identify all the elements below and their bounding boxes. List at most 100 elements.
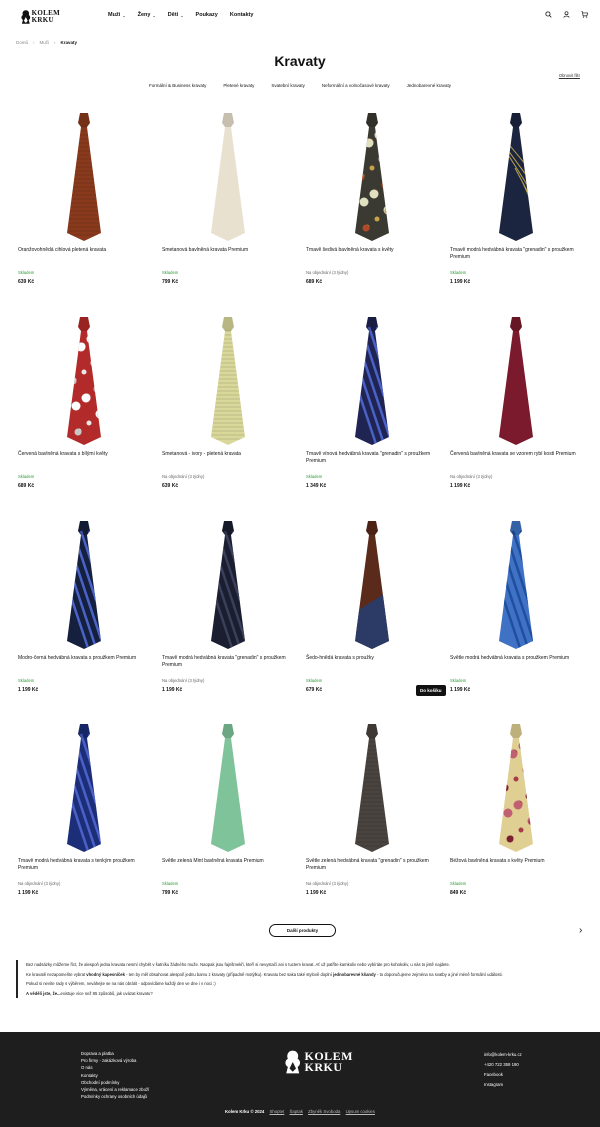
- category-wedding[interactable]: Svatební kravaty: [271, 83, 305, 88]
- footer-email-link[interactable]: info@kolem-krku.cz: [484, 1050, 522, 1060]
- product-card[interactable]: Smetanová bavlněná kravata Premium Sklade…: [162, 103, 294, 301]
- tie-image[interactable]: [337, 511, 407, 649]
- load-more-button[interactable]: Další produkty: [269, 924, 336, 937]
- footer-link[interactable]: Výměna, vrácení a reklamace zboží: [81, 1086, 149, 1093]
- product-image[interactable]: [306, 307, 438, 445]
- product-card[interactable]: Světle zelená Mint bavlněná kravata Prem…: [162, 714, 294, 912]
- product-card[interactable]: Tmavě modrá hedvábná kravata s tenkým pr…: [18, 714, 150, 912]
- product-name[interactable]: Tmavě modrá hedvábná kravata s tenkým pr…: [18, 858, 150, 872]
- product-name[interactable]: Modro-černá hedvábná kravata s proužkem …: [18, 655, 150, 662]
- category-knit[interactable]: Pletené kravaty: [223, 83, 254, 88]
- footer-link[interactable]: Kontakty: [81, 1072, 149, 1079]
- product-name[interactable]: Světle zelená Mint bavlněná kravata Prem…: [162, 858, 294, 865]
- footer-link[interactable]: Doprava a platba: [81, 1050, 149, 1057]
- clear-filter-link[interactable]: Obnovit filtr: [559, 73, 580, 78]
- product-name[interactable]: Světle modrá hedvábná kravata s proužkem…: [450, 655, 582, 662]
- product-image[interactable]: [18, 307, 150, 445]
- tie-image[interactable]: [193, 103, 263, 241]
- product-name[interactable]: Tmavě modrá hedvábná kravata "grenadin" …: [162, 655, 294, 669]
- product-card[interactable]: Tmavě modrá hedvábná kravata "grenadin" …: [450, 103, 582, 301]
- product-name[interactable]: Béžová bavlněná kravata s květy Premium: [450, 858, 582, 865]
- footer-link[interactable]: Obchodní podmínky: [81, 1079, 149, 1086]
- product-card[interactable]: Modro-černá hedvábná kravata s proužkem …: [18, 511, 150, 709]
- search-icon[interactable]: [545, 11, 552, 18]
- product-name[interactable]: Světle zelená hedvábná kravata "grenadin…: [306, 858, 438, 872]
- product-name[interactable]: Smetanová bavlněná kravata Premium: [162, 247, 294, 254]
- next-page-arrow-icon[interactable]: ›: [579, 926, 582, 936]
- footer-facebook-link[interactable]: Facebook: [484, 1070, 522, 1080]
- tie-image[interactable]: [193, 714, 263, 852]
- product-card[interactable]: Šedo-hnědá kravata s proužky Skladem 679 K…: [306, 511, 438, 709]
- footer-instagram-link[interactable]: Instagram: [484, 1080, 522, 1090]
- product-image[interactable]: [162, 714, 294, 852]
- cart-icon[interactable]: [581, 11, 588, 18]
- product-image[interactable]: [306, 511, 438, 649]
- category-formal[interactable]: Formální & Business kravaty: [149, 83, 206, 88]
- product-card[interactable]: Oranžovohnědá cihlová pletená kravata Skl…: [18, 103, 150, 301]
- product-card[interactable]: Červená bavlněná kravata s bílými květy S…: [18, 307, 150, 505]
- category-casual[interactable]: Neformální a volnočasové kravaty: [322, 83, 390, 88]
- product-card[interactable]: Červená bavlněná kravata se vzorem rybí …: [450, 307, 582, 505]
- footer-link[interactable]: O nás: [81, 1064, 149, 1071]
- product-image[interactable]: [450, 103, 582, 241]
- nav-item-2[interactable]: Děti ⌄: [168, 12, 184, 18]
- footer-link[interactable]: Podmínky ochrany osobních údajů: [81, 1093, 149, 1100]
- credit-link[interactable]: Upsum cookies: [346, 1109, 375, 1114]
- user-icon[interactable]: [563, 11, 570, 18]
- tie-image[interactable]: [481, 511, 551, 649]
- footer-link[interactable]: Pro firmy - zakázková výroba: [81, 1057, 149, 1064]
- product-name[interactable]: Tmavě modrá hedvábná kravata "grenadin" …: [450, 247, 582, 261]
- product-image[interactable]: [18, 714, 150, 852]
- product-card[interactable]: Světle zelená hedvábná kravata "grenadin…: [306, 714, 438, 912]
- product-name[interactable]: Smetanová - ivory - pletená kravata: [162, 451, 294, 458]
- tie-image[interactable]: [193, 307, 263, 445]
- product-card[interactable]: Tmavě šedivá bavlněná kravata s květy Na …: [306, 103, 438, 301]
- product-image[interactable]: [306, 103, 438, 241]
- tie-image[interactable]: [49, 714, 119, 852]
- credit-link[interactable]: Zbyněk Svoboda: [308, 1109, 340, 1114]
- tie-image[interactable]: [49, 307, 119, 445]
- pocket-square-link[interactable]: vhodný kapesníček: [86, 972, 125, 977]
- breadcrumb-home[interactable]: Domů: [16, 40, 28, 45]
- product-name[interactable]: Tmavě šedivá bavlněná kravata s květy: [306, 247, 438, 254]
- product-image[interactable]: [162, 511, 294, 649]
- product-name[interactable]: Šedo-hnědá kravata s proužky: [306, 655, 438, 662]
- product-name[interactable]: Tmavě vínová hedvábná kravata "grenadin"…: [306, 451, 438, 465]
- product-image[interactable]: [450, 307, 582, 445]
- product-name[interactable]: Červená bavlněná kravata s bílými květy: [18, 451, 150, 458]
- product-image[interactable]: [162, 103, 294, 241]
- footer-logo[interactable]: KOLEM KRKU: [283, 1046, 353, 1078]
- tie-image[interactable]: [337, 307, 407, 445]
- tie-image[interactable]: [337, 714, 407, 852]
- product-image[interactable]: [450, 511, 582, 649]
- product-card[interactable]: Světle modrá hedvábná kravata s proužkem…: [450, 511, 582, 709]
- tie-image[interactable]: [481, 307, 551, 445]
- site-logo[interactable]: KOLEM KRKU: [20, 6, 60, 28]
- product-card[interactable]: Tmavě vínová hedvábná kravata "grenadin"…: [306, 307, 438, 505]
- tie-image[interactable]: [49, 511, 119, 649]
- product-name[interactable]: Oranžovohnědá cihlová pletená kravata: [18, 247, 150, 254]
- product-card[interactable]: Smetanová - ivory - pletená kravata Na ob…: [162, 307, 294, 505]
- nav-item-1[interactable]: Ženy ⌄: [138, 12, 156, 18]
- nav-item-3[interactable]: Poukazy: [196, 12, 218, 18]
- tie-image[interactable]: [49, 103, 119, 241]
- nav-item-0[interactable]: Muži ⌄: [108, 12, 126, 18]
- product-image[interactable]: [306, 714, 438, 852]
- tie-image[interactable]: [337, 103, 407, 241]
- add-to-cart-tooltip[interactable]: Do košíku: [416, 685, 446, 696]
- product-image[interactable]: [18, 511, 150, 649]
- tie-image[interactable]: [481, 103, 551, 241]
- product-name[interactable]: Červená bavlněná kravata se vzorem rybí …: [450, 451, 582, 458]
- credit-link[interactable]: Šaptak: [290, 1109, 303, 1114]
- footer-phone-link[interactable]: +420 722 359 190: [484, 1060, 522, 1070]
- product-card[interactable]: Béžová bavlněná kravata s květy Premium S…: [450, 714, 582, 912]
- product-card[interactable]: Tmavě modrá hedvábná kravata "grenadin" …: [162, 511, 294, 709]
- tie-image[interactable]: [481, 714, 551, 852]
- suspenders-link[interactable]: jednobarevné kšandy: [333, 972, 376, 977]
- breadcrumb-men[interactable]: Muži: [40, 40, 50, 45]
- tie-image[interactable]: [193, 511, 263, 649]
- product-image[interactable]: [450, 714, 582, 852]
- product-image[interactable]: [18, 103, 150, 241]
- product-image[interactable]: [162, 307, 294, 445]
- category-solid[interactable]: Jednobarevné kravaty: [407, 83, 451, 88]
